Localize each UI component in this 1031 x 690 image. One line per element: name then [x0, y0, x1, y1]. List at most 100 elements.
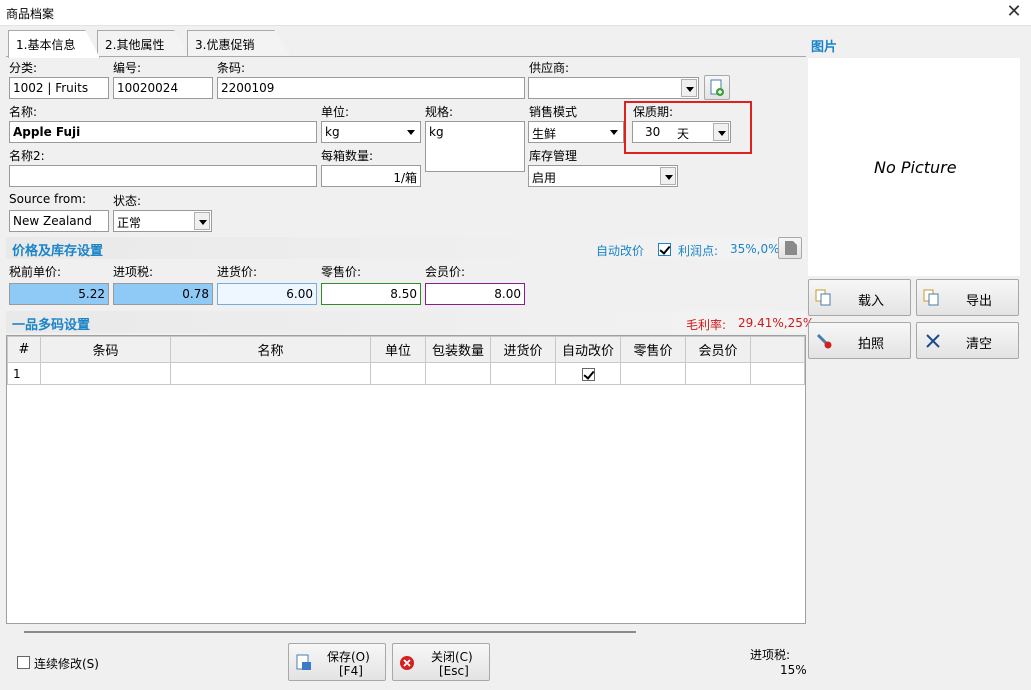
column-header[interactable]: 单位 — [370, 336, 426, 363]
profit-label: 利润点: — [678, 244, 719, 258]
spec-field[interactable]: kg — [425, 121, 525, 172]
tab-promotion-label: 3.优惠促销 — [195, 38, 255, 52]
supplier-add-button[interactable] — [704, 75, 730, 100]
per-box-label: 每箱数量: — [321, 149, 374, 163]
pack-cell[interactable] — [425, 362, 491, 385]
input-tax-label: 进项税: — [113, 265, 154, 279]
picture-title: 图片 — [811, 40, 838, 55]
source-field[interactable]: New Zealand — [9, 210, 109, 232]
filler-cell — [750, 362, 805, 385]
source-label: Source from: — [9, 192, 86, 206]
horizontal-scrollbar[interactable] — [24, 631, 636, 633]
column-header[interactable]: 条码 — [40, 336, 171, 363]
sale-mode-value: 生鲜 — [532, 127, 557, 141]
retail-field[interactable]: 8.50 — [321, 283, 421, 305]
close-button[interactable]: 关闭(C) [Esc] — [392, 643, 490, 681]
column-header[interactable]: 名称 — [170, 336, 371, 363]
barcode-field[interactable]: 2200109 — [217, 77, 525, 99]
purchase-label: 进货价: — [217, 265, 258, 279]
name2-field[interactable] — [9, 165, 317, 187]
tab-promotion[interactable]: 3.优惠促销 — [187, 30, 291, 57]
table-row[interactable]: 1 — [7, 362, 805, 385]
purchase-field[interactable]: 6.00 — [217, 283, 317, 305]
export-picture-button[interactable]: 导出 — [916, 279, 1019, 316]
close-label: 关闭(C) — [431, 650, 473, 664]
name-field[interactable]: Apple Fuji — [9, 121, 317, 143]
continuous-edit-checkbox[interactable] — [17, 656, 30, 669]
tab-divider — [6, 56, 806, 57]
continuous-edit-label: 连续修改(S) — [34, 657, 99, 671]
chevron-down-icon[interactable] — [194, 212, 210, 230]
per-box-field[interactable]: 1/箱 — [321, 165, 421, 187]
name2-label: 名称2: — [9, 149, 45, 163]
column-header[interactable]: 自动改价 — [555, 336, 621, 363]
column-header[interactable]: 会员价 — [685, 336, 751, 363]
auto-price-checkbox[interactable] — [658, 243, 671, 256]
gross-margin-value: 29.41%,25% — [738, 316, 815, 330]
window-title: 商品档案 — [6, 7, 55, 21]
member-label: 会员价: — [425, 265, 466, 279]
unit-cell[interactable] — [370, 362, 426, 385]
retail-label: 零售价: — [321, 265, 362, 279]
category-label: 分类: — [9, 61, 38, 75]
status-value: 正常 — [117, 216, 142, 230]
table-header: # 条码 名称 单位 包装数量 进货价 自动改价 零售价 会员价 — [7, 336, 805, 363]
column-header[interactable]: # — [7, 336, 41, 363]
save-icon — [296, 654, 311, 670]
save-button[interactable]: 保存(O) [F4] — [288, 643, 386, 681]
column-header[interactable]: 包装数量 — [425, 336, 491, 363]
close-icon[interactable]: ✕ — [1003, 2, 1025, 22]
stock-mgmt-dropdown[interactable]: 启用 — [528, 165, 678, 187]
member-cell[interactable] — [685, 362, 751, 385]
no-picture-text: No Picture — [874, 158, 957, 177]
barcode-cell[interactable] — [40, 362, 171, 385]
auto-price-row-checkbox[interactable] — [581, 367, 595, 381]
auto-price-label: 自动改价 — [596, 244, 645, 258]
load-picture-button[interactable]: 载入 — [808, 279, 911, 316]
chevron-down-icon[interactable] — [660, 167, 676, 185]
status-label: 状态: — [113, 194, 142, 208]
unit-dropdown[interactable]: kg — [321, 121, 421, 143]
category-field[interactable]: 1002 | Fruits — [9, 77, 109, 99]
profit-value: 35%,0% — [730, 242, 780, 256]
chevron-down-icon[interactable] — [681, 79, 697, 97]
stock-mgmt-value: 启用 — [532, 171, 557, 185]
title-bar: 商品档案 ✕ — [0, 0, 1031, 26]
code-label: 编号: — [113, 61, 142, 75]
sale-mode-dropdown[interactable]: 生鲜 — [528, 121, 624, 143]
tab-other-attributes[interactable]: 2.其他属性 — [97, 30, 189, 57]
pretax-label: 税前单价: — [9, 265, 62, 279]
stock-mgmt-label: 库存管理 — [529, 149, 578, 163]
load-picture-label: 载入 — [858, 294, 885, 309]
price-section-title: 价格及库存设置 — [12, 244, 104, 259]
footer-input-tax-value: 15% — [780, 663, 807, 677]
status-dropdown[interactable]: 正常 — [113, 210, 212, 232]
code-field[interactable]: 10020024 — [113, 77, 213, 99]
take-photo-button[interactable]: 拍照 — [808, 322, 911, 359]
input-tax-field[interactable]: 0.78 — [113, 283, 213, 305]
pretax-field[interactable]: 5.22 — [9, 283, 109, 305]
profit-settings-button[interactable] — [778, 237, 802, 259]
highlight-box — [624, 101, 752, 154]
column-header[interactable]: 零售价 — [620, 336, 686, 363]
sale-mode-label: 销售模式 — [529, 105, 578, 119]
chevron-down-icon[interactable] — [606, 123, 622, 141]
column-header[interactable]: 进货价 — [490, 336, 556, 363]
footer-input-tax-label: 进项税: — [750, 648, 791, 662]
clear-picture-button[interactable]: 清空 — [916, 322, 1019, 359]
clear-picture-label: 清空 — [966, 337, 993, 352]
save-label: 保存(O) — [327, 650, 370, 664]
purchase-cell[interactable] — [490, 362, 556, 385]
multi-code-table[interactable]: # 条码 名称 单位 包装数量 进货价 自动改价 零售价 会员价 1 — [6, 335, 806, 624]
export-picture-label: 导出 — [966, 294, 993, 309]
name-cell[interactable] — [170, 362, 371, 385]
picture-area[interactable]: No Picture — [808, 58, 1020, 276]
export-icon — [923, 289, 939, 306]
tab-basic-info[interactable]: 1.基本信息 — [8, 30, 100, 58]
chevron-down-icon[interactable] — [403, 123, 419, 141]
retail-cell[interactable] — [620, 362, 686, 385]
unit-value: kg — [325, 125, 340, 139]
auto-price-cell[interactable] — [555, 362, 621, 385]
member-field[interactable]: 8.00 — [425, 283, 525, 305]
supplier-dropdown[interactable] — [528, 77, 699, 99]
